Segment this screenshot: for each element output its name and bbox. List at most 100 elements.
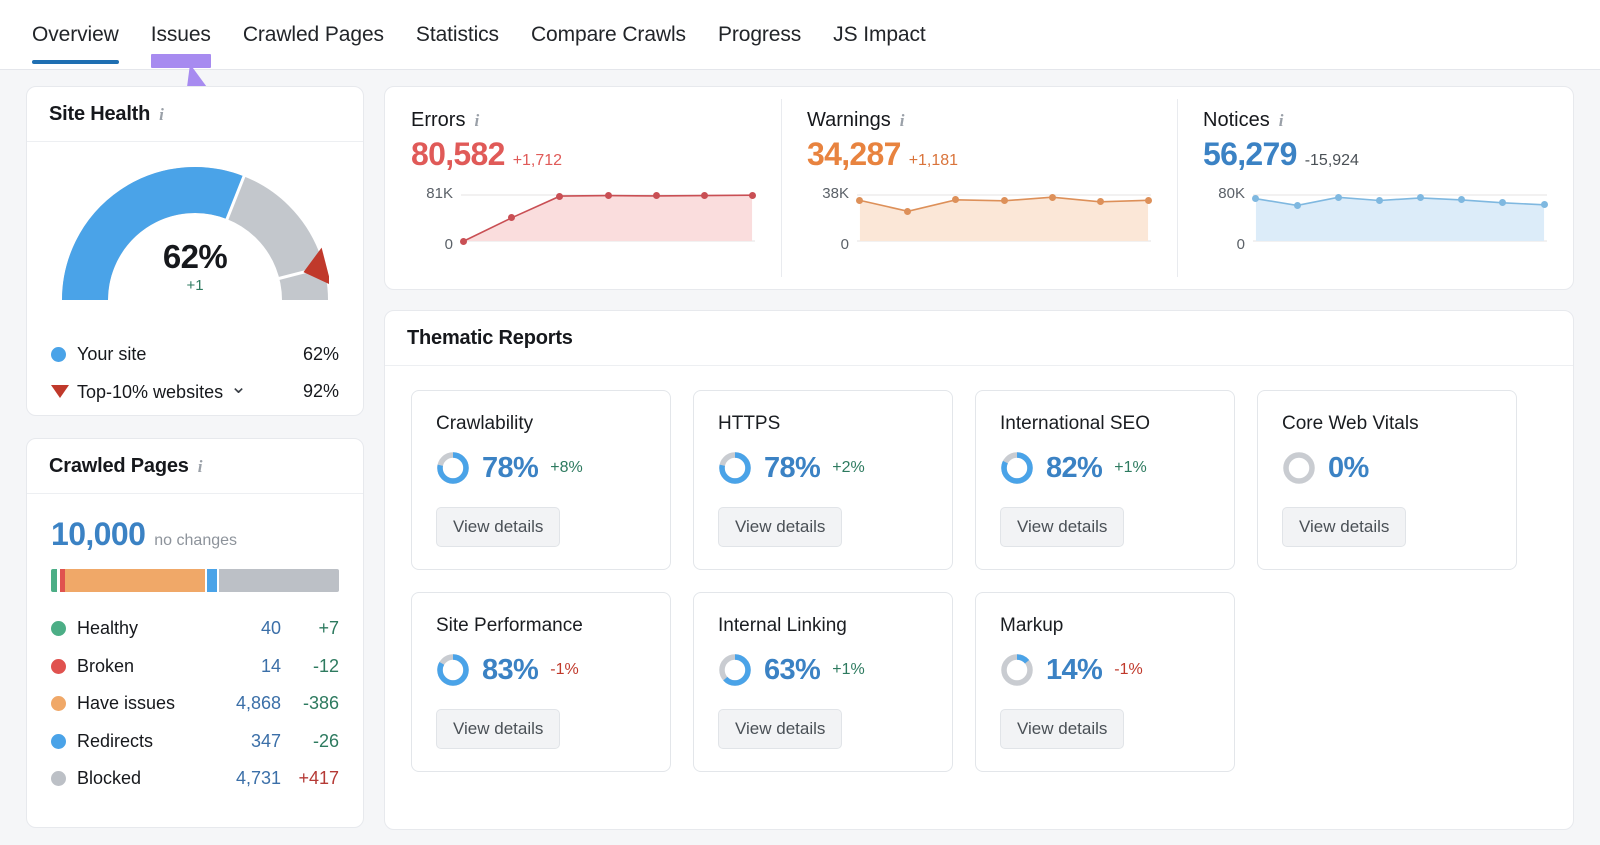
tab-statistics[interactable]: Statistics — [400, 0, 515, 70]
kpi-value: 80,582 — [411, 136, 505, 172]
sparkline-point — [460, 237, 468, 245]
axis-tick-bottom: 0 — [444, 236, 453, 253]
site-health-legend-row[interactable]: Top-10% websites ⌄ 92% — [51, 373, 339, 410]
kpi-delta: -15,924 — [1304, 152, 1359, 169]
kpi-errors: Errors i 80,582 +1,712 81K 0 — [385, 87, 781, 289]
tab-overview[interactable]: Overview — [28, 0, 135, 70]
sparkline-point — [748, 191, 756, 199]
axis-tick-top: 80K — [1218, 185, 1245, 202]
crawled-pages-row[interactable]: Healthy 40 +7 — [51, 610, 339, 648]
tab-label: Compare Crawls — [530, 23, 686, 46]
site-health-header: Site Health i — [27, 87, 363, 142]
kpi-axis: 38K 0 — [807, 183, 857, 255]
kpi-plot-area — [856, 183, 1152, 255]
legend-dot-icon — [51, 347, 66, 362]
thematic-card-title: Site Performance — [436, 615, 583, 636]
thematic-card-title: Core Web Vitals — [1282, 413, 1419, 434]
thematic-score-row: 78% +2% — [718, 451, 928, 485]
kpi-label: Errors — [411, 109, 466, 131]
view-details-button[interactable]: View details — [1282, 507, 1407, 547]
view-details-button[interactable]: View details — [718, 507, 843, 547]
crawled-pages-row-delta: -26 — [312, 730, 339, 751]
tab-underline — [243, 60, 384, 64]
tab-crawled-pages[interactable]: Crawled Pages — [227, 0, 400, 70]
crawled-pages-row[interactable]: Redirects 347 -26 — [51, 723, 339, 761]
sparkline-point — [652, 192, 660, 200]
legend-triangle-icon — [51, 385, 69, 398]
thematic-reports-title: Thematic Reports — [407, 327, 573, 349]
donut-progress-icon — [1001, 452, 1033, 484]
view-details-button[interactable]: View details — [1000, 507, 1125, 547]
crawled-pages-row-label: Healthy — [77, 618, 139, 639]
tab-bar: Overview Issues Crawled Pages Statistics Com… — [0, 0, 1600, 120]
crawled-pages-row-count: 4,868 — [235, 693, 281, 714]
status-dot-icon — [51, 621, 66, 637]
tab-label: Statistics — [415, 23, 499, 46]
thematic-card-internal-linking[interactable]: Internal Linking 63% +1% View details — [693, 592, 953, 772]
thematic-score-value: 78% — [482, 451, 539, 484]
tab-compare-crawls[interactable]: Compare Crawls — [515, 0, 702, 70]
kpi-sparkline: 38K 0 — [807, 183, 1152, 255]
view-details-button[interactable]: View details — [718, 709, 843, 749]
site-health-card: Site Health i 62% +1 Your site 62% Top-1… — [26, 86, 364, 416]
view-details-button[interactable]: View details — [436, 709, 561, 749]
info-icon[interactable]: i — [198, 458, 203, 475]
thematic-card-https[interactable]: HTTPS 78% +2% View details — [693, 390, 953, 570]
info-icon[interactable]: i — [159, 106, 164, 123]
donut-progress-icon — [1001, 654, 1033, 686]
thematic-score-delta: +1% — [1114, 459, 1147, 476]
crawled-pages-row-label: Blocked — [77, 768, 142, 789]
thematic-score-row: 14% -1% — [1000, 653, 1210, 687]
tab-issues[interactable]: Issues — [135, 0, 227, 70]
info-icon[interactable]: i — [474, 112, 479, 129]
thematic-card-crawlability[interactable]: Crawlability 78% +8% View details — [411, 390, 671, 570]
thematic-card-site-performance[interactable]: Site Performance 83% -1% View details — [411, 592, 671, 772]
axis-tick-top: 81K — [426, 185, 453, 202]
kpi-axis: 81K 0 — [411, 183, 461, 255]
sparkline-point — [1144, 196, 1152, 204]
thematic-card-title: International SEO — [1000, 413, 1150, 434]
view-details-button[interactable]: View details — [1000, 709, 1125, 749]
kpi-header: Errors i — [411, 109, 755, 132]
info-icon[interactable]: i — [1279, 112, 1284, 129]
tab-progress[interactable]: Progress — [702, 0, 817, 70]
bar-segment-redirects — [207, 569, 218, 592]
thematic-score-value: 78% — [764, 451, 821, 484]
crawled-pages-total-note: no changes — [154, 532, 238, 549]
kpi-sparkline: 80K 0 — [1203, 183, 1548, 255]
view-details-button[interactable]: View details — [436, 507, 561, 547]
kpi-value-row: 80,582 +1,712 — [411, 136, 755, 173]
kpi-value: 34,287 — [807, 136, 901, 172]
tab-label: Overview — [32, 23, 119, 46]
tab-js-impact[interactable]: JS Impact — [817, 0, 941, 70]
thematic-card-core-web-vitals[interactable]: Core Web Vitals 0% View details — [1257, 390, 1517, 570]
crawled-pages-row[interactable]: Blocked 4,731 +417 — [51, 760, 339, 798]
thematic-score-value: 83% — [482, 653, 539, 686]
chevron-down-icon[interactable]: ⌄ — [230, 376, 247, 398]
thematic-card-markup[interactable]: Markup 14% -1% View details — [975, 592, 1235, 772]
tab-label: Crawled Pages — [242, 23, 384, 46]
axis-tick-bottom: 0 — [840, 236, 849, 253]
legend-value: 62% — [302, 344, 339, 364]
crawled-pages-row-delta: -386 — [302, 693, 339, 714]
tab-underline — [833, 60, 925, 64]
status-dot-icon — [51, 771, 66, 787]
tab-underline — [32, 60, 119, 64]
crawled-pages-row-label: Broken — [77, 655, 135, 676]
info-icon[interactable]: i — [900, 112, 905, 129]
thematic-card-international-seo[interactable]: International SEO 82% +1% View details — [975, 390, 1235, 570]
crawled-pages-row[interactable]: Have issues 4,868 -386 — [51, 685, 339, 723]
kpi-sparkline: 81K 0 — [411, 183, 756, 255]
sparkline-point — [1375, 196, 1383, 204]
sparkline-point — [1540, 201, 1548, 209]
bar-segment-have-issues — [65, 569, 206, 592]
site-health-title: Site Health — [49, 103, 151, 125]
crawled-pages-row[interactable]: Broken 14 -12 — [51, 648, 339, 686]
thematic-score-row: 82% +1% — [1000, 451, 1210, 485]
sparkline-point — [1096, 198, 1104, 206]
kpi-warnings: Warnings i 34,287 +1,181 38K 0 — [781, 87, 1177, 289]
sparkline-point — [604, 192, 612, 200]
crawl-overview-page: Overview Issues Crawled Pages Statistics Com… — [0, 0, 1600, 845]
kpi-value-row: 34,287 +1,181 — [807, 136, 1151, 173]
kpi-value-row: 56,279 -15,924 — [1203, 136, 1547, 173]
